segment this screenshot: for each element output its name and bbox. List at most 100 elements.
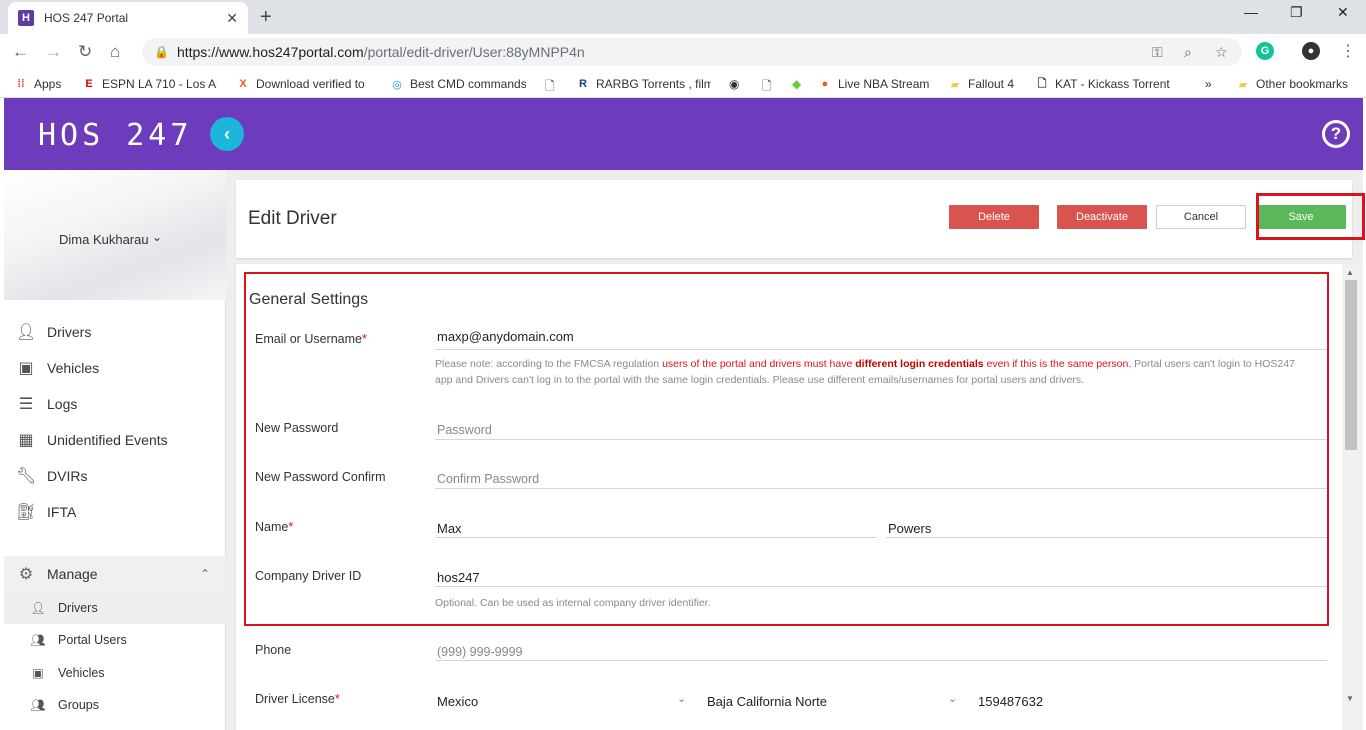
chevron-down-icon[interactable]: ⌄ xyxy=(152,230,162,244)
chevron-down-icon[interactable]: ⌄ xyxy=(677,692,686,705)
bookmarks-bar: ⁞⁞ Apps E ESPN LA 710 - Los Ar X Downloa… xyxy=(0,70,1366,98)
menu-dots-icon[interactable]: ⋮ xyxy=(1340,41,1356,61)
bus-icon: ▣ xyxy=(18,360,34,377)
reload-icon[interactable]: ↻ xyxy=(78,42,92,62)
sidebar-item-drivers[interactable]: 👤︎ Drivers xyxy=(4,314,226,350)
fuel-icon: ⛽︎ xyxy=(16,504,37,521)
sidebar-manage-header[interactable]: ⚙ Manage ⌃ xyxy=(4,556,226,592)
page-icon[interactable]: 🗋 xyxy=(762,77,772,98)
folder-icon: ▰ xyxy=(1238,78,1248,91)
last-name-field[interactable]: Powers xyxy=(888,521,931,536)
scrollbar-thumb[interactable] xyxy=(1345,280,1357,450)
license-country-select[interactable]: Mexico xyxy=(437,694,478,709)
hos-favicon-icon: H xyxy=(18,10,34,26)
delete-button[interactable]: Delete xyxy=(949,205,1039,229)
bookmark-cmd[interactable]: ◎ Best CMD commands xyxy=(390,77,526,91)
zoom-icon[interactable]: ⌕ xyxy=(1184,44,1192,61)
company-driver-id-label: Company Driver ID xyxy=(255,569,362,583)
folder-icon: ▰ xyxy=(950,78,960,91)
key-icon[interactable]: ⚿ xyxy=(1152,44,1163,61)
person-icon: 👤︎ xyxy=(16,324,37,341)
sidebar-collapse-button[interactable]: ‹ xyxy=(210,117,244,151)
main-content: Edit Driver Delete Deactivate Cancel Sav… xyxy=(226,170,1365,730)
url-path: /portal/edit-driver/User:88yMNPP4n xyxy=(363,44,585,60)
chevron-left-icon: ‹ xyxy=(224,123,230,144)
address-bar[interactable]: 🔒 https://www.hos247portal.com/portal/ed… xyxy=(142,38,1242,66)
sidebar-subitem-vehicles[interactable]: ▣ Vehicles xyxy=(4,657,226,689)
bookmark-rarbg[interactable]: R RARBG Torrents , film xyxy=(576,77,711,91)
back-icon[interactable]: ← xyxy=(12,42,29,62)
first-name-field[interactable]: Max xyxy=(437,521,462,536)
app-logo: HOS 247 xyxy=(38,118,193,153)
sidebar-item-vehicles[interactable]: ▣ Vehicles xyxy=(4,350,226,386)
form-scrollbar[interactable]: ▲ ▼ xyxy=(1342,264,1363,730)
scroll-up-icon[interactable]: ▲ xyxy=(1346,268,1354,277)
driver-license-label: Driver License* xyxy=(255,692,340,706)
company-driver-id-field[interactable]: hos247 xyxy=(437,570,480,585)
nvidia-icon[interactable]: ◆ xyxy=(792,77,801,91)
phone-label: Phone xyxy=(255,643,292,657)
chevron-down-icon[interactable]: ⌄ xyxy=(948,692,957,705)
close-tab-icon[interactable]: ✕ xyxy=(226,10,238,27)
app-header: HOS 247 ‹ ? xyxy=(4,98,1363,170)
page-header-card: Edit Driver Delete Deactivate Cancel Sav… xyxy=(236,180,1365,258)
help-icon[interactable]: ? xyxy=(1322,120,1350,148)
name-label: Name* xyxy=(255,520,294,534)
restore-icon[interactable]: ❐ xyxy=(1290,4,1303,21)
sidebar-subitem-drivers[interactable]: 👤︎ Drivers xyxy=(4,592,226,624)
user-name[interactable]: Dima Kukharau xyxy=(59,232,149,247)
sidebar-subitem-portal-users[interactable]: 👥︎ Portal Users xyxy=(4,624,226,656)
bookmark-nba[interactable]: ● Live NBA Stream xyxy=(818,77,930,91)
browser-tab-strip: H HOS 247 Portal ✕ + — ❐ ✕ xyxy=(0,0,1366,34)
window-close-icon[interactable]: ✕ xyxy=(1337,4,1349,21)
general-settings-highlight-box xyxy=(244,272,1329,626)
bookmark-espn[interactable]: E ESPN LA 710 - Los Ar xyxy=(82,77,217,91)
email-credentials-note: Please note: according to the FMCSA regu… xyxy=(435,358,1295,386)
chevron-up-icon: ⌃ xyxy=(199,567,210,581)
license-number-field[interactable]: 159487632 xyxy=(978,694,1043,709)
browser-tab[interactable]: H HOS 247 Portal ✕ xyxy=(8,2,248,34)
section-title: General Settings xyxy=(249,291,369,308)
forward-icon[interactable]: → xyxy=(45,42,62,62)
sidebar-subitem-groups[interactable]: 👥︎ Groups xyxy=(4,689,226,721)
spotify-icon[interactable]: ◉ xyxy=(729,77,739,91)
new-password-confirm-label: New Password Confirm xyxy=(255,470,386,484)
sidebar-item-unidentified-events[interactable]: ▦ Unidentified Events xyxy=(4,422,226,458)
minimize-icon[interactable]: — xyxy=(1244,4,1258,20)
calendar-icon: ▦ xyxy=(18,432,34,449)
profile-avatar-icon[interactable]: ● xyxy=(1302,42,1320,60)
page-title: Edit Driver xyxy=(248,208,337,229)
cmd-site-icon: ◎ xyxy=(392,78,402,91)
page-icon[interactable]: 🗋 xyxy=(545,77,555,98)
bookmark-other[interactable]: ▰ Other bookmarks xyxy=(1236,77,1348,91)
bookmarks-overflow[interactable]: » xyxy=(1205,77,1212,91)
sidebar-item-ifta[interactable]: ⛽︎ IFTA xyxy=(4,494,226,530)
new-password-field[interactable]: Password xyxy=(437,423,492,437)
bookmark-kat[interactable]: 🗋 KAT - Kickass Torrent xyxy=(1035,77,1171,91)
basketball-icon: ● xyxy=(821,78,829,90)
license-state-select[interactable]: Baja California Norte xyxy=(707,694,827,709)
deactivate-button[interactable]: Deactivate xyxy=(1057,205,1147,229)
phone-field[interactable]: (999) 999-9999 xyxy=(437,645,522,659)
group-icon: 👥︎ xyxy=(30,698,46,712)
bookmark-download[interactable]: X Download verified to xyxy=(236,77,372,91)
save-highlight-box xyxy=(1256,193,1365,240)
apps-grid-icon: ⁞⁞ xyxy=(17,78,25,90)
bookmark-star-icon[interactable]: ☆ xyxy=(1215,44,1228,61)
bookmark-apps[interactable]: ⁞⁞ Apps xyxy=(14,77,61,91)
lock-icon: 🔒 xyxy=(154,45,169,59)
cancel-button[interactable]: Cancel xyxy=(1156,205,1246,229)
scroll-down-icon[interactable]: ▼ xyxy=(1346,694,1354,703)
sidebar-item-logs[interactable]: ☰ Logs xyxy=(4,386,226,422)
company-driver-id-hint: Optional. Can be used as internal compan… xyxy=(435,597,711,609)
email-field[interactable]: maxp@anydomain.com xyxy=(437,329,574,344)
bookmark-fallout[interactable]: ▰ Fallout 4 xyxy=(948,77,1014,91)
edit-driver-form: General Settings Email or Username* maxp… xyxy=(236,264,1342,730)
new-tab-icon[interactable]: + xyxy=(260,6,272,29)
people-icon: 👥︎ xyxy=(30,633,46,647)
rarbg-icon: R xyxy=(579,78,587,90)
grammarly-icon[interactable]: G xyxy=(1256,42,1274,60)
new-password-confirm-field[interactable]: Confirm Password xyxy=(437,472,539,486)
sidebar-item-dvirs[interactable]: 🔧︎ DVIRs xyxy=(4,458,226,494)
home-icon[interactable]: ⌂ xyxy=(110,42,120,62)
